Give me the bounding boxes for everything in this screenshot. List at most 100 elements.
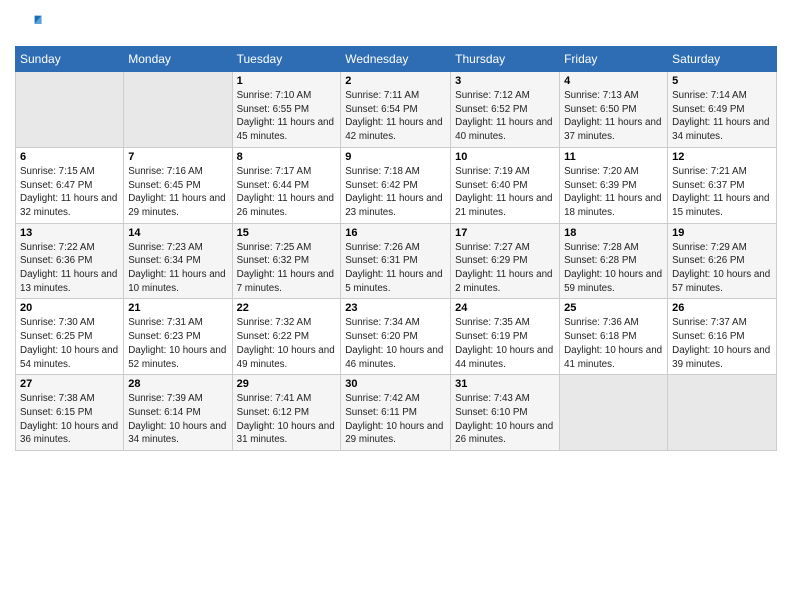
calendar-table: SundayMondayTuesdayWednesdayThursdayFrid… bbox=[15, 46, 777, 451]
calendar-header-row: SundayMondayTuesdayWednesdayThursdayFrid… bbox=[16, 47, 777, 72]
calendar-cell: 3 Sunrise: 7:12 AM Sunset: 6:52 PM Daylig… bbox=[451, 72, 560, 148]
calendar-cell: 21Sunrise: 7:31 AM Sunset: 6:23 PM Dayli… bbox=[124, 299, 232, 375]
calendar-week-row: 27Sunrise: 7:38 AM Sunset: 6:15 PM Dayli… bbox=[16, 375, 777, 451]
day-number: 9 bbox=[345, 151, 446, 163]
day-number: 13 bbox=[20, 227, 119, 239]
day-info: Sunrise: 7:41 AM Sunset: 6:12 PM Dayligh… bbox=[237, 392, 337, 447]
day-info: Sunrise: 7:39 AM Sunset: 6:14 PM Dayligh… bbox=[128, 392, 227, 447]
day-number: 8 bbox=[237, 151, 337, 163]
calendar-page: SundayMondayTuesdayWednesdayThursdayFrid… bbox=[0, 0, 792, 612]
calendar-week-row: 1 Sunrise: 7:10 AM Sunset: 6:55 PM Daylig… bbox=[16, 72, 777, 148]
calendar-cell: 17 Sunrise: 7:27 AM Sunset: 6:29 PM Dayli… bbox=[451, 223, 560, 299]
day-info: Sunrise: 7:21 AM Sunset: 6:37 PM Dayligh… bbox=[672, 165, 772, 220]
day-info: Sunrise: 7:18 AM Sunset: 6:42 PM Dayligh… bbox=[345, 165, 446, 220]
day-info: Sunrise: 7:43 AM Sunset: 6:10 PM Dayligh… bbox=[455, 392, 555, 447]
day-number: 12 bbox=[672, 151, 772, 163]
day-number: 20 bbox=[20, 302, 119, 314]
day-info: Sunrise: 7:29 AM Sunset: 6:26 PM Dayligh… bbox=[672, 241, 772, 296]
day-info: Sunrise: 7:16 AM Sunset: 6:45 PM Dayligh… bbox=[128, 165, 227, 220]
calendar-cell bbox=[560, 375, 668, 451]
calendar-cell: 6 Sunrise: 7:15 AM Sunset: 6:47 PM Daylig… bbox=[16, 147, 124, 223]
day-number: 11 bbox=[564, 151, 663, 163]
day-number: 29 bbox=[237, 378, 337, 390]
day-number: 25 bbox=[564, 302, 663, 314]
day-number: 28 bbox=[128, 378, 227, 390]
calendar-cell: 15Sunrise: 7:25 AM Sunset: 6:32 PM Dayli… bbox=[232, 223, 341, 299]
day-info: Sunrise: 7:15 AM Sunset: 6:47 PM Dayligh… bbox=[20, 165, 119, 220]
day-number: 22 bbox=[237, 302, 337, 314]
day-number: 6 bbox=[20, 151, 119, 163]
calendar-cell: 24 Sunrise: 7:35 AM Sunset: 6:19 PM Dayli… bbox=[451, 299, 560, 375]
day-number: 18 bbox=[564, 227, 663, 239]
day-number: 3 bbox=[455, 75, 555, 87]
day-info: Sunrise: 7:12 AM Sunset: 6:52 PM Dayligh… bbox=[455, 89, 555, 144]
day-number: 4 bbox=[564, 75, 663, 87]
logo bbox=[15, 10, 47, 38]
calendar-cell: 9 Sunrise: 7:18 AM Sunset: 6:42 PM Daylig… bbox=[341, 147, 451, 223]
col-header-sunday: Sunday bbox=[16, 47, 124, 72]
day-info: Sunrise: 7:22 AM Sunset: 6:36 PM Dayligh… bbox=[20, 241, 119, 296]
calendar-cell: 19 Sunrise: 7:29 AM Sunset: 6:26 PM Dayli… bbox=[668, 223, 777, 299]
day-number: 7 bbox=[128, 151, 227, 163]
day-info: Sunrise: 7:37 AM Sunset: 6:16 PM Dayligh… bbox=[672, 316, 772, 371]
day-number: 15 bbox=[237, 227, 337, 239]
day-number: 19 bbox=[672, 227, 772, 239]
day-info: Sunrise: 7:28 AM Sunset: 6:28 PM Dayligh… bbox=[564, 241, 663, 296]
calendar-cell: 8 Sunrise: 7:17 AM Sunset: 6:44 PM Daylig… bbox=[232, 147, 341, 223]
day-info: Sunrise: 7:31 AM Sunset: 6:23 PM Dayligh… bbox=[128, 316, 227, 371]
col-header-tuesday: Tuesday bbox=[232, 47, 341, 72]
calendar-cell: 12 Sunrise: 7:21 AM Sunset: 6:37 PM Dayli… bbox=[668, 147, 777, 223]
calendar-cell: 23 Sunrise: 7:34 AM Sunset: 6:20 PM Dayli… bbox=[341, 299, 451, 375]
day-info: Sunrise: 7:42 AM Sunset: 6:11 PM Dayligh… bbox=[345, 392, 446, 447]
calendar-cell: 14Sunrise: 7:23 AM Sunset: 6:34 PM Dayli… bbox=[124, 223, 232, 299]
calendar-cell: 22 Sunrise: 7:32 AM Sunset: 6:22 PM Dayli… bbox=[232, 299, 341, 375]
calendar-cell: 30Sunrise: 7:42 AM Sunset: 6:11 PM Dayli… bbox=[341, 375, 451, 451]
col-header-thursday: Thursday bbox=[451, 47, 560, 72]
calendar-cell: 13 Sunrise: 7:22 AM Sunset: 6:36 PM Dayli… bbox=[16, 223, 124, 299]
day-number: 17 bbox=[455, 227, 555, 239]
calendar-cell: 5 Sunrise: 7:14 AM Sunset: 6:49 PM Daylig… bbox=[668, 72, 777, 148]
day-number: 1 bbox=[237, 75, 337, 87]
day-info: Sunrise: 7:36 AM Sunset: 6:18 PM Dayligh… bbox=[564, 316, 663, 371]
calendar-cell: 11Sunrise: 7:20 AM Sunset: 6:39 PM Dayli… bbox=[560, 147, 668, 223]
day-info: Sunrise: 7:34 AM Sunset: 6:20 PM Dayligh… bbox=[345, 316, 446, 371]
day-number: 31 bbox=[455, 378, 555, 390]
calendar-cell bbox=[668, 375, 777, 451]
calendar-cell: 26Sunrise: 7:37 AM Sunset: 6:16 PM Dayli… bbox=[668, 299, 777, 375]
day-info: Sunrise: 7:32 AM Sunset: 6:22 PM Dayligh… bbox=[237, 316, 337, 371]
calendar-cell: 31 Sunrise: 7:43 AM Sunset: 6:10 PM Dayli… bbox=[451, 375, 560, 451]
day-number: 14 bbox=[128, 227, 227, 239]
day-info: Sunrise: 7:10 AM Sunset: 6:55 PM Dayligh… bbox=[237, 89, 337, 144]
col-header-saturday: Saturday bbox=[668, 47, 777, 72]
day-info: Sunrise: 7:11 AM Sunset: 6:54 PM Dayligh… bbox=[345, 89, 446, 144]
day-info: Sunrise: 7:27 AM Sunset: 6:29 PM Dayligh… bbox=[455, 241, 555, 296]
calendar-cell: 28 Sunrise: 7:39 AM Sunset: 6:14 PM Dayli… bbox=[124, 375, 232, 451]
calendar-cell bbox=[124, 72, 232, 148]
day-info: Sunrise: 7:19 AM Sunset: 6:40 PM Dayligh… bbox=[455, 165, 555, 220]
day-number: 2 bbox=[345, 75, 446, 87]
calendar-cell: 10Sunrise: 7:19 AM Sunset: 6:40 PM Dayli… bbox=[451, 147, 560, 223]
col-header-friday: Friday bbox=[560, 47, 668, 72]
calendar-cell: 27Sunrise: 7:38 AM Sunset: 6:15 PM Dayli… bbox=[16, 375, 124, 451]
day-info: Sunrise: 7:30 AM Sunset: 6:25 PM Dayligh… bbox=[20, 316, 119, 371]
calendar-cell: 2 Sunrise: 7:11 AM Sunset: 6:54 PM Daylig… bbox=[341, 72, 451, 148]
day-info: Sunrise: 7:26 AM Sunset: 6:31 PM Dayligh… bbox=[345, 241, 446, 296]
day-number: 5 bbox=[672, 75, 772, 87]
calendar-week-row: 6 Sunrise: 7:15 AM Sunset: 6:47 PM Daylig… bbox=[16, 147, 777, 223]
calendar-cell: 18 Sunrise: 7:28 AM Sunset: 6:28 PM Dayli… bbox=[560, 223, 668, 299]
calendar-cell: 7 Sunrise: 7:16 AM Sunset: 6:45 PM Daylig… bbox=[124, 147, 232, 223]
header bbox=[15, 10, 777, 38]
day-info: Sunrise: 7:17 AM Sunset: 6:44 PM Dayligh… bbox=[237, 165, 337, 220]
calendar-cell: 4Sunrise: 7:13 AM Sunset: 6:50 PM Daylig… bbox=[560, 72, 668, 148]
logo-icon bbox=[15, 10, 43, 38]
day-number: 16 bbox=[345, 227, 446, 239]
day-info: Sunrise: 7:35 AM Sunset: 6:19 PM Dayligh… bbox=[455, 316, 555, 371]
calendar-week-row: 13 Sunrise: 7:22 AM Sunset: 6:36 PM Dayli… bbox=[16, 223, 777, 299]
day-number: 24 bbox=[455, 302, 555, 314]
day-number: 23 bbox=[345, 302, 446, 314]
day-info: Sunrise: 7:14 AM Sunset: 6:49 PM Dayligh… bbox=[672, 89, 772, 144]
calendar-cell: 1 Sunrise: 7:10 AM Sunset: 6:55 PM Daylig… bbox=[232, 72, 341, 148]
calendar-week-row: 20 Sunrise: 7:30 AM Sunset: 6:25 PM Dayli… bbox=[16, 299, 777, 375]
day-info: Sunrise: 7:38 AM Sunset: 6:15 PM Dayligh… bbox=[20, 392, 119, 447]
col-header-monday: Monday bbox=[124, 47, 232, 72]
